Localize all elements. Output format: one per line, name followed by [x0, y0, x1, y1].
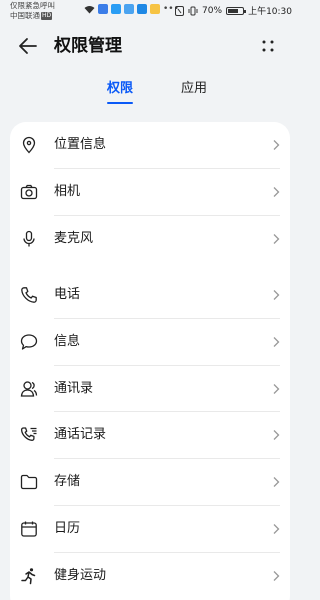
permission-item-calendar[interactable]: 日历 [10, 506, 290, 553]
permission-list: 位置信息 相机 麦克风 电话 信息 通讯录 通话记录 存储 日历 健身运动 [10, 122, 290, 600]
permission-item-fitness[interactable]: 健身运动 [10, 553, 290, 600]
contacts-icon [20, 380, 38, 398]
hd-badge: HD [41, 12, 53, 20]
permission-label: 相机 [54, 183, 81, 199]
battery-percent: 70% [202, 5, 223, 16]
carrier-info: 仅限紧急呼叫 中国联通 HD [10, 1, 55, 21]
app-notification-icon [150, 4, 160, 14]
permission-label: 位置信息 [54, 137, 107, 152]
folder-icon [20, 473, 38, 491]
camera-icon [20, 183, 38, 201]
permission-label: 存储 [54, 474, 81, 490]
permission-item-call-log[interactable]: 通话记录 [10, 412, 290, 460]
battery-icon [226, 6, 247, 15]
status-right: 70% 上午10:30 [175, 4, 292, 17]
permission-item-location[interactable]: 位置信息 [10, 122, 290, 169]
page-title: 权限管理 [54, 36, 122, 56]
running-person-icon [20, 567, 38, 585]
permission-label: 通话记录 [54, 427, 107, 443]
app-notification-icon [111, 4, 121, 14]
permission-item-phone[interactable]: 电话 [10, 272, 290, 319]
permission-item-messages[interactable]: 信息 [10, 319, 290, 366]
tab-permissions[interactable]: 权限 [90, 78, 150, 100]
app-notification-icon [124, 4, 134, 14]
permission-label: 信息 [54, 333, 81, 349]
active-tab-indicator [107, 102, 133, 104]
carrier-name: 中国联通 [10, 11, 40, 20]
permission-label: 健身运动 [54, 567, 107, 583]
permission-label: 电话 [54, 287, 81, 302]
tab-apps[interactable]: 应用 [164, 78, 224, 100]
permission-label: 麦克风 [54, 230, 94, 246]
permission-item-camera[interactable]: 相机 [10, 169, 290, 216]
chevron-right-icon [272, 476, 280, 488]
chevron-right-icon [272, 139, 280, 151]
calendar-icon [20, 520, 38, 538]
chevron-right-icon [272, 233, 280, 245]
microphone-icon [20, 230, 38, 248]
permission-label: 日历 [54, 521, 81, 536]
status-bar: 仅限紧急呼叫 中国联通 HD ••• 70% 上午10:30 [0, 0, 300, 22]
more-dots-icon [256, 34, 280, 58]
vibrate-icon [188, 6, 198, 16]
message-bubble-icon [20, 333, 38, 351]
permission-label: 通讯录 [54, 380, 94, 396]
app-header: 权限管理 [0, 26, 300, 66]
back-arrow-icon [16, 34, 40, 58]
permission-item-microphone[interactable]: 麦克风 [10, 216, 290, 263]
carrier-line-1: 仅限紧急呼叫 [10, 1, 55, 10]
chevron-right-icon [272, 336, 280, 348]
location-pin-icon [20, 136, 38, 154]
chevron-right-icon [272, 523, 280, 535]
carrier-line-2: 中国联通 HD [10, 11, 55, 21]
phone-icon [20, 286, 38, 304]
chevron-right-icon [272, 570, 280, 582]
clock: 上午10:30 [248, 7, 292, 17]
wifi-icon [84, 5, 95, 14]
back-button[interactable] [16, 34, 40, 58]
permission-item-contacts[interactable]: 通讯录 [10, 366, 290, 413]
more-options-button[interactable] [256, 34, 280, 58]
tab-bar: 权限 应用 [0, 78, 300, 108]
chevron-right-icon [272, 429, 280, 441]
notification-icons: ••• [84, 4, 179, 14]
permission-item-storage[interactable]: 存储 [10, 459, 290, 506]
chevron-right-icon [272, 289, 280, 301]
app-notification-icon [137, 4, 147, 14]
call-log-icon [20, 426, 38, 444]
chevron-right-icon [272, 186, 280, 198]
chevron-right-icon [272, 383, 280, 395]
app-notification-icon [98, 4, 108, 14]
nfc-icon [175, 5, 185, 16]
